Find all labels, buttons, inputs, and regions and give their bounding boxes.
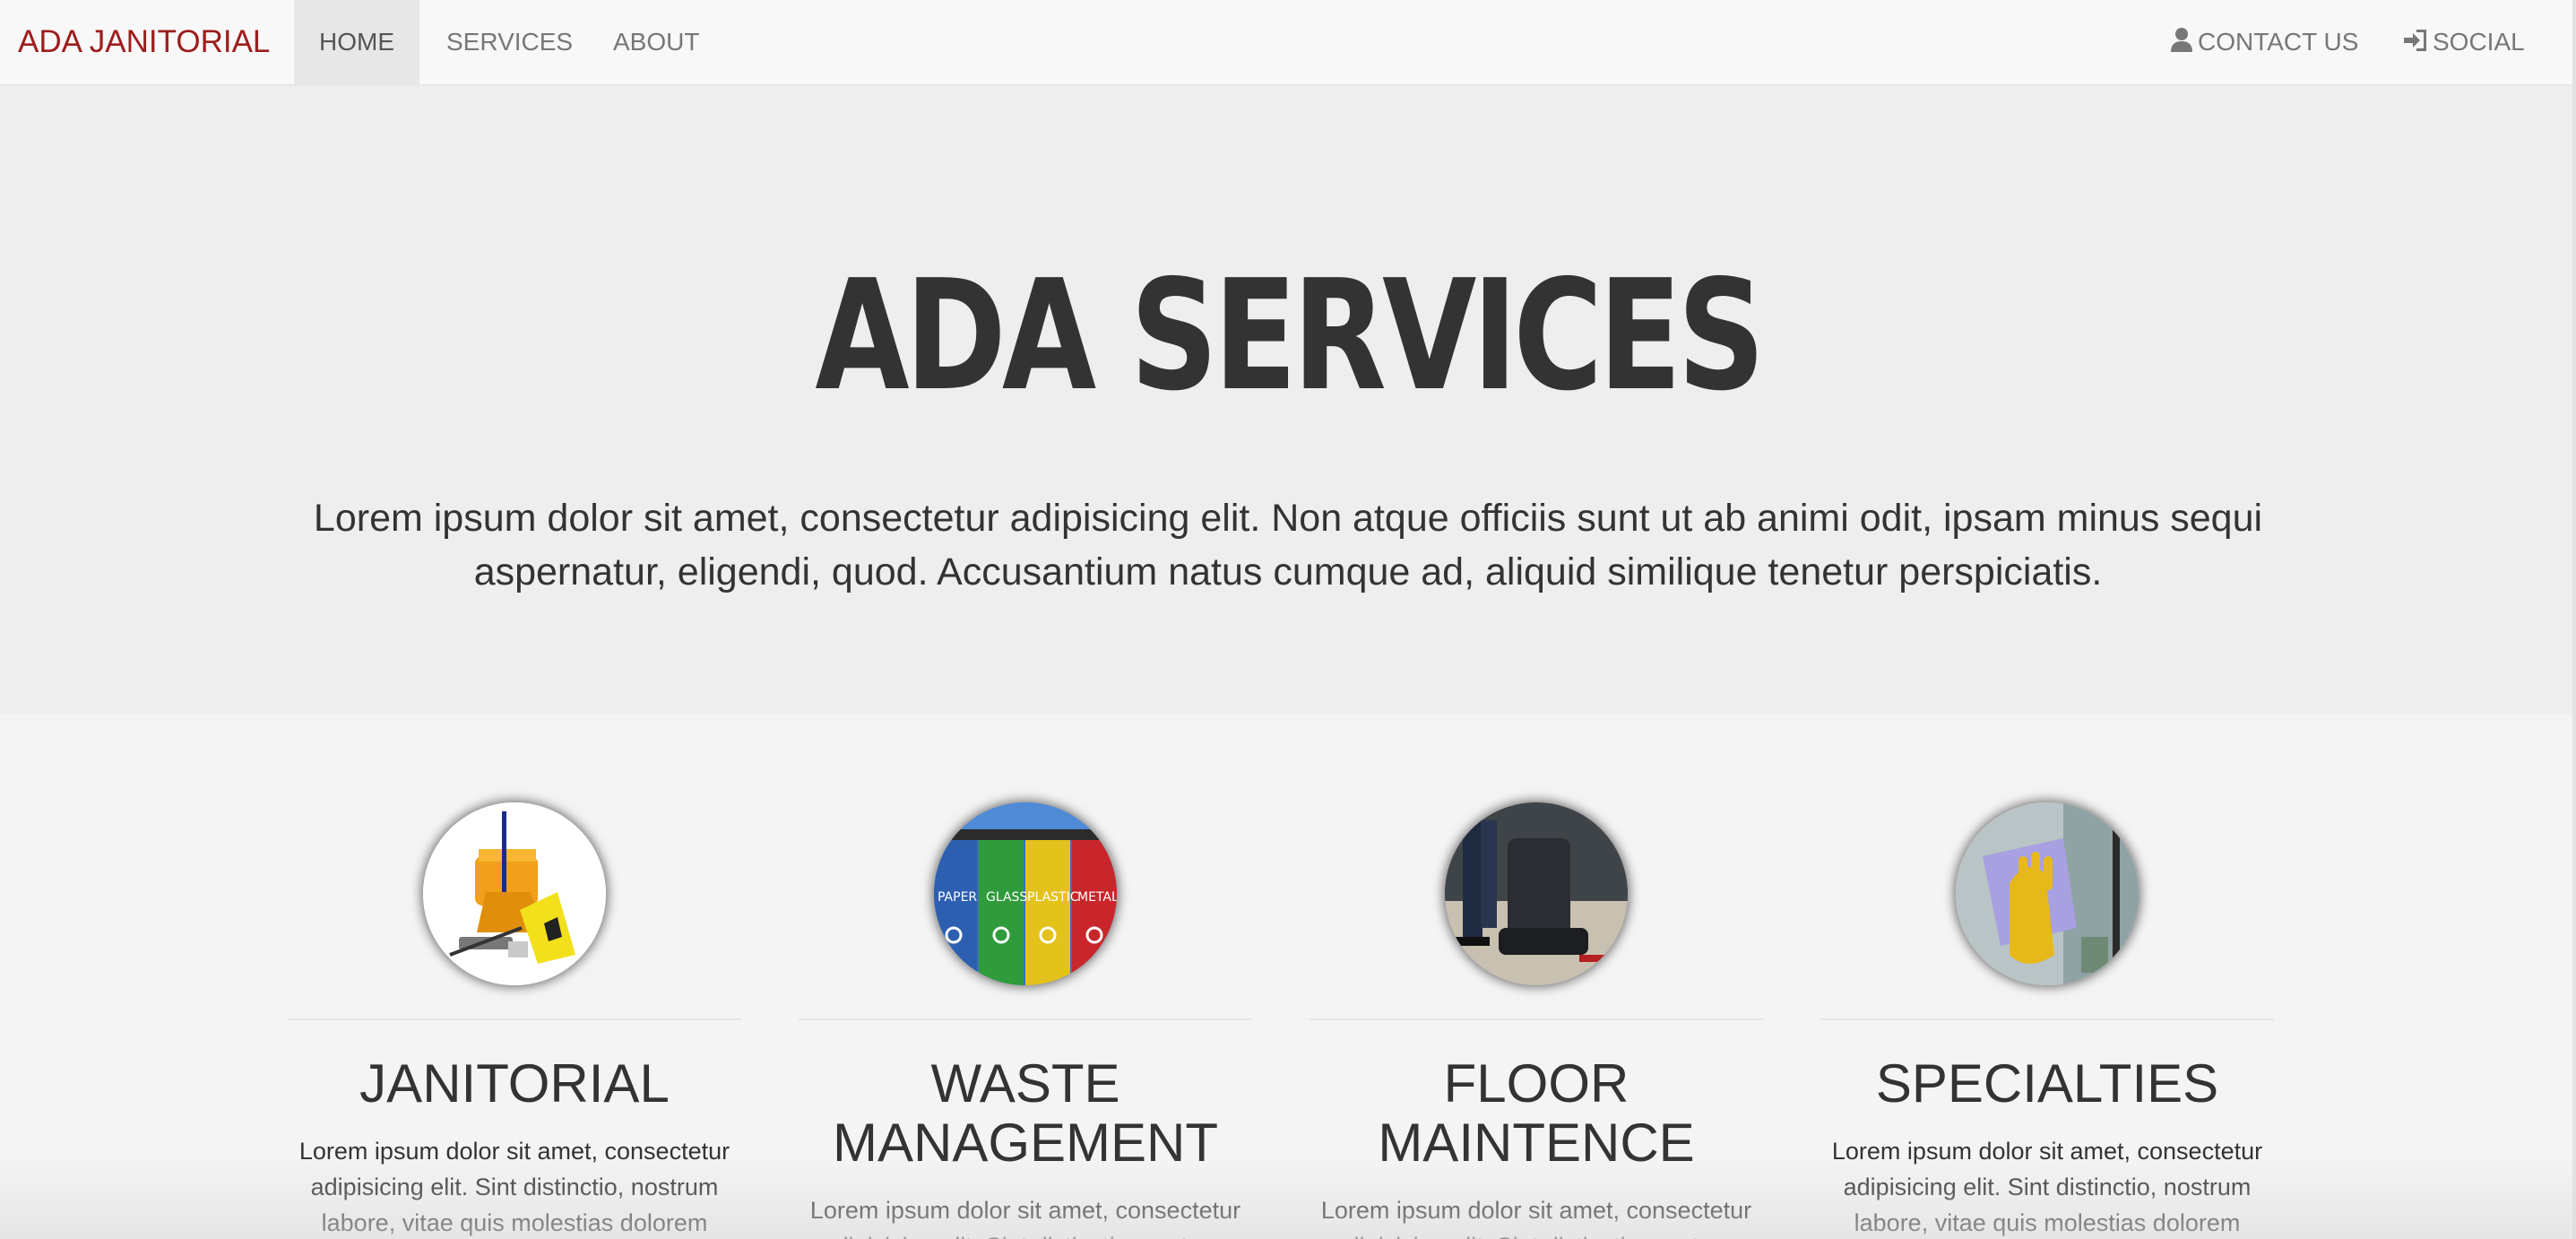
service-description: Lorem ipsum dolor sit amet, consectetur … — [298, 1138, 730, 1236]
hero-title: ADA SERVICES — [815, 247, 1765, 425]
service-title: SPECIALTIES — [1875, 1053, 2219, 1113]
column-divider — [799, 1018, 1252, 1020]
nav-about[interactable]: ABOUT — [586, 0, 726, 84]
janitorial-supplies-image — [423, 802, 606, 985]
service-title: FLOOR MAINTENCE — [1378, 1053, 1695, 1173]
service-title: JANITORIAL — [359, 1053, 670, 1113]
brand-logo[interactable]: ADA JANITORIAL — [18, 0, 270, 84]
bin-label-glass: GLASS — [986, 890, 1027, 905]
sign-in-icon — [2402, 3, 2429, 87]
scrollbar-track[interactable] — [2572, 0, 2576, 1239]
column-divider — [288, 1018, 741, 1020]
service-title: WASTE MANAGEMENT — [832, 1053, 1219, 1173]
nav-home[interactable]: HOME — [294, 0, 419, 84]
bin-label-metal: METAL — [1077, 890, 1117, 905]
column-divider — [1310, 1018, 1763, 1020]
contact-us-label: CONTACT US — [2198, 28, 2359, 56]
social-label: SOCIAL — [2433, 28, 2525, 56]
top-navbar: ADA JANITORIAL HOME SERVICES ABOUT CONTA… — [0, 0, 2576, 86]
nav-contact-us[interactable]: CONTACT US — [2142, 0, 2385, 84]
bin-label-paper: PAPER — [938, 890, 977, 905]
column-divider — [1820, 1018, 2274, 1020]
recycling-bins-image: PAPER GLASS PLASTIC METAL — [934, 802, 1117, 985]
hero-text: Lorem ipsum dolor sit amet, consectetur … — [313, 497, 2263, 594]
floor-scrubber-image — [1445, 802, 1628, 985]
service-description: Lorem ipsum dolor sit amet, consectetur … — [809, 1197, 1241, 1239]
service-description: Lorem ipsum dolor sit amet, consectetur … — [1320, 1197, 1752, 1239]
hero-section: ADA SERVICES Lorem ipsum dolor sit amet,… — [0, 86, 2576, 714]
nav-social[interactable]: SOCIAL — [2375, 0, 2552, 84]
user-icon — [2169, 3, 2194, 87]
nav-services[interactable]: SERVICES — [419, 0, 600, 84]
bin-label-plastic: PLASTIC — [1027, 890, 1079, 905]
service-description: Lorem ipsum dolor sit amet, consectetur … — [1831, 1138, 2263, 1236]
window-cleaning-image — [1956, 802, 2139, 985]
